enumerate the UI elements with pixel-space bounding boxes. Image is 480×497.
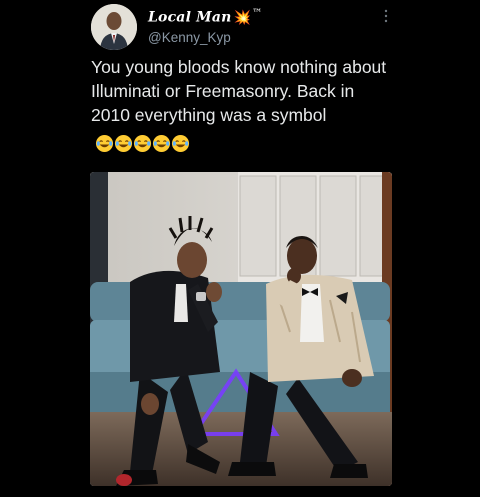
user-handle[interactable]: @Kenny_Kyp [148, 30, 231, 45]
avatar-image [91, 4, 137, 50]
emoji-group [95, 130, 190, 154]
trademark-symbol: ™ [252, 8, 263, 19]
laughing-emoji-icon [171, 134, 190, 152]
laughing-emoji-icon [95, 134, 114, 152]
more-icon[interactable] [382, 8, 390, 24]
vertical-dots-icon [384, 9, 388, 23]
avatar[interactable] [91, 4, 137, 50]
explosion-icon: 💥 [233, 9, 252, 26]
display-name-text: Local Man [148, 9, 232, 26]
laughing-emoji-icon [114, 134, 133, 152]
tweet-photo[interactable] [90, 172, 392, 486]
photo-illustration [90, 172, 392, 486]
tweet-text: You young bloods know nothing about Illu… [91, 55, 396, 154]
display-name[interactable]: Local Man 💥™ [148, 8, 262, 26]
laughing-emoji-icon [152, 134, 171, 152]
tweet-card: Local Man 💥™ @Kenny_Kyp You young bloods … [0, 0, 480, 497]
laughing-emoji-icon [133, 134, 152, 152]
tweet-body: You young bloods know nothing about Illu… [91, 57, 387, 125]
